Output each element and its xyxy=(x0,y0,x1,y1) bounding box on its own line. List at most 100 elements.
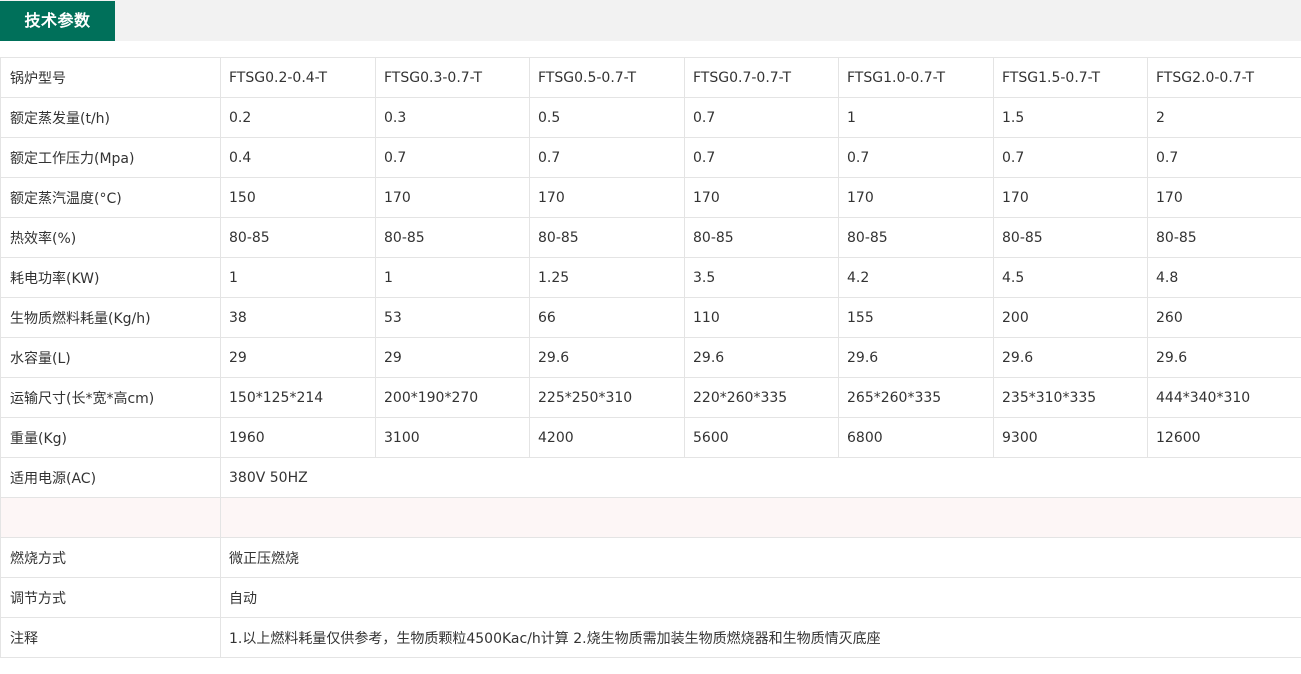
table-cell: 200*190*270 xyxy=(375,377,530,418)
row-label: 水容量(L) xyxy=(0,337,221,378)
model-cell: FTSG2.0-0.7-T xyxy=(1147,57,1301,98)
row-label: 额定蒸汽温度(°C) xyxy=(0,177,221,218)
table-cell: 4.2 xyxy=(838,257,994,298)
table-cell: 29.6 xyxy=(684,337,839,378)
combustion-value: 微正压燃烧 xyxy=(220,537,1301,578)
table-cell: 235*310*335 xyxy=(993,377,1148,418)
table-cell: 225*250*310 xyxy=(529,377,685,418)
model-cell: FTSG0.2-0.4-T xyxy=(220,57,376,98)
table-cell: 444*340*310 xyxy=(1147,377,1301,418)
table-cell: 80-85 xyxy=(1147,217,1301,258)
table-cell: 80-85 xyxy=(375,217,530,258)
table-cell: 0.7 xyxy=(684,97,839,138)
model-cell: FTSG1.5-0.7-T xyxy=(993,57,1148,98)
table-cell: 170 xyxy=(684,177,839,218)
table-cell: 0.7 xyxy=(993,137,1148,178)
model-cell: FTSG1.0-0.7-T xyxy=(838,57,994,98)
model-cell: FTSG0.7-0.7-T xyxy=(684,57,839,98)
table-cell: 4.8 xyxy=(1147,257,1301,298)
row-label: 额定工作压力(Mpa) xyxy=(0,137,221,178)
table-cell: 0.2 xyxy=(220,97,376,138)
blank-label-cell xyxy=(0,497,221,538)
table-cell: 170 xyxy=(529,177,685,218)
spec-table: 锅炉型号 FTSG0.2-0.4-T FTSG0.3-0.7-T FTSG0.5… xyxy=(0,57,1301,658)
table-cell: 29 xyxy=(375,337,530,378)
table-cell: 0.7 xyxy=(684,137,839,178)
table-cell: 265*260*335 xyxy=(838,377,994,418)
table-cell: 0.5 xyxy=(529,97,685,138)
model-cell: FTSG0.5-0.7-T xyxy=(529,57,685,98)
table-row: 额定工作压力(Mpa) 0.4 0.7 0.7 0.7 0.7 0.7 0.7 xyxy=(0,137,1301,178)
row-label: 调节方式 xyxy=(0,577,221,618)
table-row-power-supply: 适用电源(AC) 380V 50HZ xyxy=(0,457,1301,498)
power-supply-value: 380V 50HZ xyxy=(220,457,1301,498)
table-cell: 170 xyxy=(993,177,1148,218)
row-label: 生物质燃料耗量(Kg/h) xyxy=(0,297,221,338)
table-cell: 6800 xyxy=(838,417,994,458)
table-cell: 9300 xyxy=(993,417,1148,458)
table-row-regulation: 调节方式 自动 xyxy=(0,577,1301,618)
table-cell: 3.5 xyxy=(684,257,839,298)
table-row-notes: 注释 1.以上燃料耗量仅供参考，生物质颗粒4500Kac/h计算 2.烧生物质需… xyxy=(0,617,1301,658)
table-cell: 29.6 xyxy=(529,337,685,378)
table-cell: 29.6 xyxy=(1147,337,1301,378)
row-label: 注释 xyxy=(0,617,221,658)
table-cell: 0.7 xyxy=(529,137,685,178)
table-cell: 170 xyxy=(1147,177,1301,218)
table-cell: 38 xyxy=(220,297,376,338)
table-cell: 1.25 xyxy=(529,257,685,298)
table-row: 运输尺寸(长*宽*高cm) 150*125*214 200*190*270 22… xyxy=(0,377,1301,418)
spec-table-body: 锅炉型号 FTSG0.2-0.4-T FTSG0.3-0.7-T FTSG0.5… xyxy=(0,57,1301,658)
table-cell: 12600 xyxy=(1147,417,1301,458)
table-cell: 0.7 xyxy=(1147,137,1301,178)
table-cell: 0.3 xyxy=(375,97,530,138)
table-cell: 1960 xyxy=(220,417,376,458)
table-cell: 80-85 xyxy=(220,217,376,258)
table-cell: 170 xyxy=(375,177,530,218)
table-row: 热效率(%) 80-85 80-85 80-85 80-85 80-85 80-… xyxy=(0,217,1301,258)
table-cell: 0.7 xyxy=(838,137,994,178)
table-cell: 4200 xyxy=(529,417,685,458)
table-cell: 220*260*335 xyxy=(684,377,839,418)
table-row-model: 锅炉型号 FTSG0.2-0.4-T FTSG0.3-0.7-T FTSG0.5… xyxy=(0,57,1301,98)
table-cell: 1 xyxy=(220,257,376,298)
table-row: 生物质燃料耗量(Kg/h) 38 53 66 110 155 200 260 xyxy=(0,297,1301,338)
table-cell: 170 xyxy=(838,177,994,218)
table-row: 额定蒸发量(t/h) 0.2 0.3 0.5 0.7 1 1.5 2 xyxy=(0,97,1301,138)
table-cell: 5600 xyxy=(684,417,839,458)
table-cell: 53 xyxy=(375,297,530,338)
table-cell: 150*125*214 xyxy=(220,377,376,418)
table-cell: 0.4 xyxy=(220,137,376,178)
row-label: 燃烧方式 xyxy=(0,537,221,578)
row-label: 耗电功率(KW) xyxy=(0,257,221,298)
model-cell: FTSG0.3-0.7-T xyxy=(375,57,530,98)
row-label: 运输尺寸(长*宽*高cm) xyxy=(0,377,221,418)
table-cell: 4.5 xyxy=(993,257,1148,298)
row-label: 重量(Kg) xyxy=(0,417,221,458)
notes-value: 1.以上燃料耗量仅供参考，生物质颗粒4500Kac/h计算 2.烧生物质需加装生… xyxy=(220,617,1301,658)
table-cell: 80-85 xyxy=(838,217,994,258)
table-cell: 2 xyxy=(1147,97,1301,138)
blank-value-cell xyxy=(220,497,1301,538)
row-label: 适用电源(AC) xyxy=(0,457,221,498)
table-row: 额定蒸汽温度(°C) 150 170 170 170 170 170 170 xyxy=(0,177,1301,218)
table-cell: 29 xyxy=(220,337,376,378)
table-row-combustion: 燃烧方式 微正压燃烧 xyxy=(0,537,1301,578)
table-row: 耗电功率(KW) 1 1 1.25 3.5 4.2 4.5 4.8 xyxy=(0,257,1301,298)
table-row-blank xyxy=(0,497,1301,538)
table-cell: 0.7 xyxy=(375,137,530,178)
table-cell: 1.5 xyxy=(993,97,1148,138)
table-cell: 200 xyxy=(993,297,1148,338)
table-cell: 1 xyxy=(375,257,530,298)
table-cell: 29.6 xyxy=(838,337,994,378)
table-cell: 80-85 xyxy=(529,217,685,258)
regulation-value: 自动 xyxy=(220,577,1301,618)
section-title-tab: 技术参数 xyxy=(0,1,115,41)
section-header-bar: 技术参数 xyxy=(0,0,1301,41)
table-cell: 66 xyxy=(529,297,685,338)
table-row: 水容量(L) 29 29 29.6 29.6 29.6 29.6 29.6 xyxy=(0,337,1301,378)
table-cell: 80-85 xyxy=(993,217,1148,258)
table-cell: 110 xyxy=(684,297,839,338)
table-cell: 260 xyxy=(1147,297,1301,338)
table-cell: 150 xyxy=(220,177,376,218)
